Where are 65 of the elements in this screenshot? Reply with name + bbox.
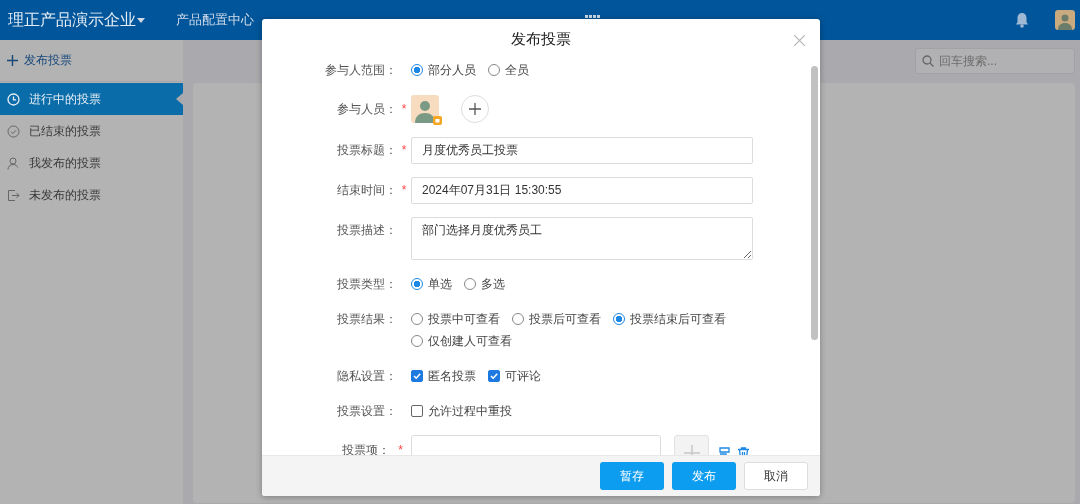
required-mark: * [400,101,408,118]
sidebar-item[interactable]: 未发布的投票 [0,179,183,211]
plus-icon [7,55,18,66]
checkbox[interactable] [411,405,423,417]
radio-button[interactable] [464,278,476,290]
check-icon [412,371,422,381]
radio-option[interactable]: 投票中可查看 [411,308,500,330]
field-label: 投票设置： [336,403,397,420]
radio-button[interactable] [411,278,423,290]
field-label: 投票结果： [336,311,397,328]
badge-icon [433,116,442,125]
radio-option[interactable]: 单选 [411,273,452,295]
user-icon [7,156,20,170]
plus-icon [469,102,481,115]
text-field[interactable]: 月度优秀员工投票 [411,137,753,164]
exit-icon [7,188,20,202]
radio-option[interactable]: 全员 [488,59,529,81]
scrollbar[interactable] [811,66,818,340]
field-label: 隐私设置： [336,368,397,385]
field-label: 参与人员： [336,101,397,118]
add-person-button[interactable] [461,94,489,123]
nav-tab[interactable]: 产品配置中心 [165,0,265,40]
field-label: 投票标题： [336,142,397,159]
radio-button[interactable] [613,313,625,325]
checkbox-option[interactable]: 可评论 [488,365,541,387]
radio-option[interactable]: 投票结束后可查看 [613,308,726,330]
radio-button[interactable] [411,313,423,325]
checkbox-option[interactable]: 允许过程中重投 [411,400,512,422]
required-mark: * [400,142,408,159]
radio-button[interactable] [488,64,500,76]
search-icon [922,55,934,67]
text-field[interactable]: 2024年07月31日 15:30:55 [411,177,753,204]
radio-option[interactable]: 仅创建人可查看 [411,330,512,352]
radio-button[interactable] [512,313,524,325]
close-icon[interactable] [794,35,805,46]
sidebar-item[interactable]: 进行中的投票 [0,83,183,115]
field-label: 投票描述： [336,222,397,239]
checkbox-option[interactable]: 匿名投票 [411,365,476,387]
company-name[interactable]: 理正产品演示企业 [0,9,136,31]
required-mark: * [397,442,404,455]
dialog-title: 发布投票 [511,29,571,49]
radio-button[interactable] [411,64,423,76]
dialog-button[interactable]: 取消 [744,462,808,490]
required-mark: * [400,182,408,199]
field-label: 投票类型： [336,276,397,293]
radio-option[interactable]: 投票后可查看 [512,308,601,330]
radio-option[interactable]: 部分人员 [411,59,476,81]
sidebar-item[interactable]: 我发布的投票 [0,147,183,179]
radio-option[interactable]: 多选 [464,273,505,295]
search-field[interactable]: 回车搜索... [915,48,1075,74]
caret-icon[interactable] [137,17,145,23]
clock-icon [7,92,20,106]
field-label: 结束时间： [336,182,397,199]
radio-button[interactable] [411,335,423,347]
check-circle-icon [7,124,20,138]
field-label: 参与人范围： [324,62,397,79]
avatar-icon[interactable] [411,95,439,123]
checkbox[interactable] [488,370,500,382]
checkbox[interactable] [411,370,423,382]
bell-icon[interactable] [1015,12,1029,28]
field-label: 投票项： [341,442,390,455]
avatar-icon[interactable] [1055,10,1075,30]
description-field[interactable]: 部门选择月度优秀员工 [411,217,753,260]
check-icon [489,371,499,381]
sidebar-item[interactable]: 已结束的投票 [0,115,183,147]
